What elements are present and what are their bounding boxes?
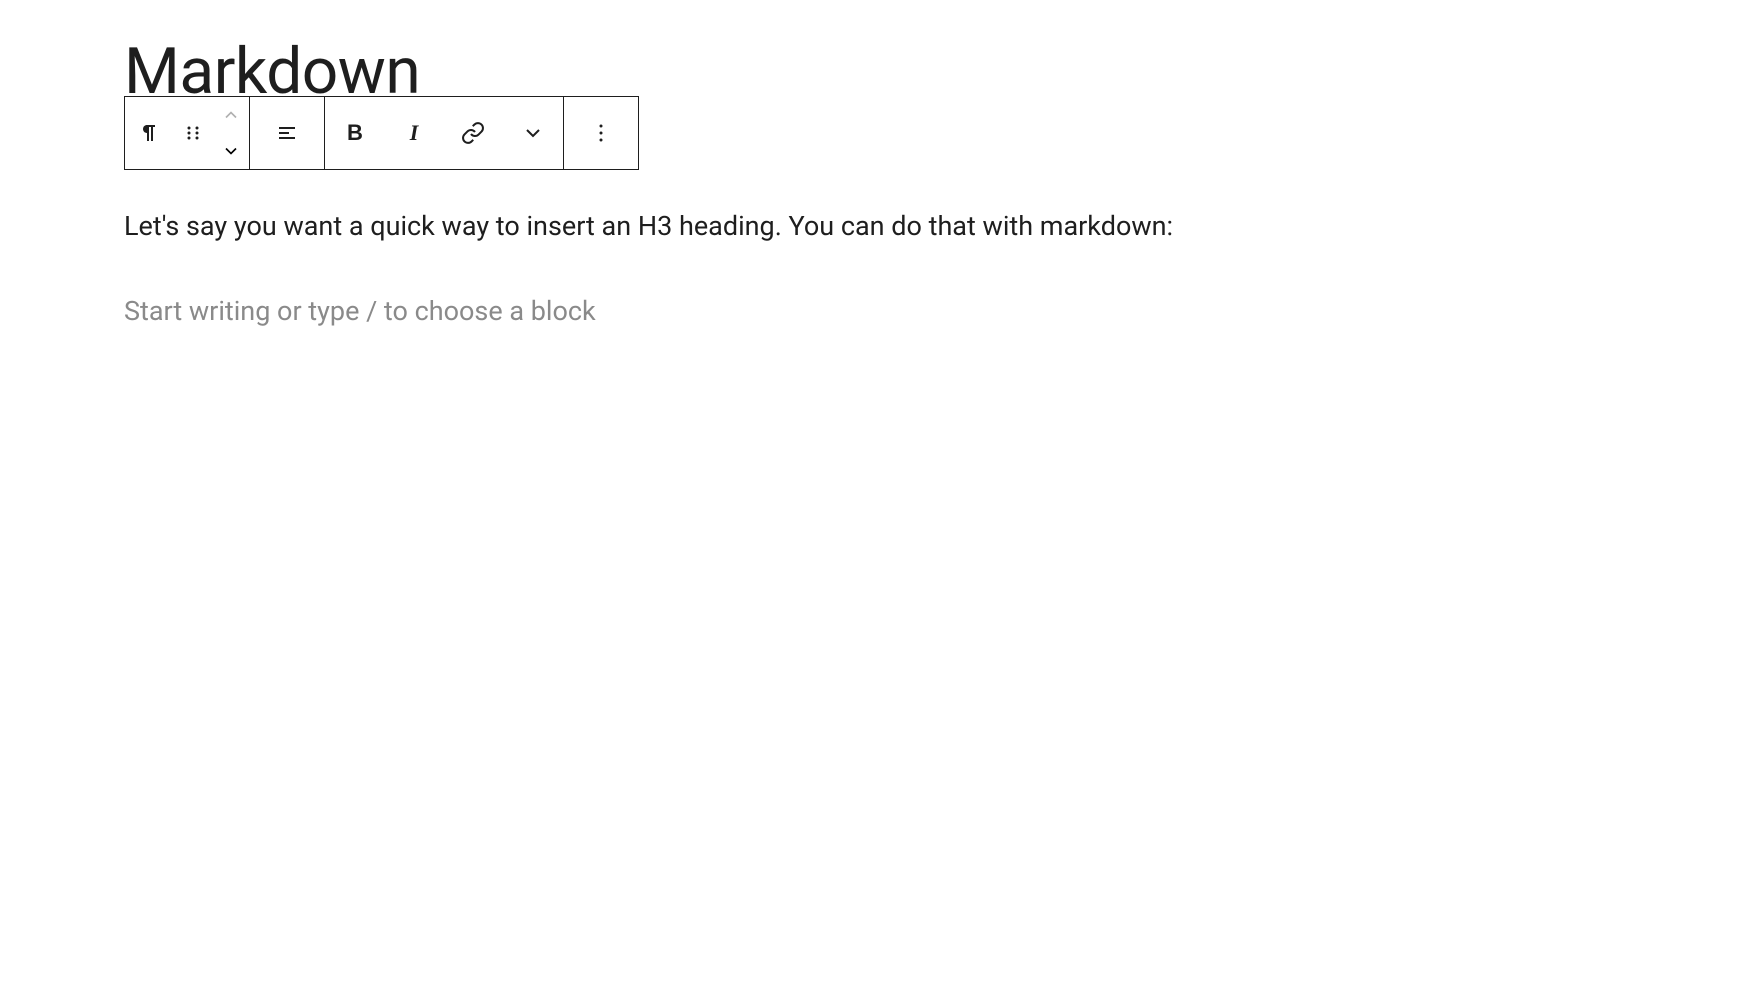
chevron-up-icon bbox=[221, 105, 241, 125]
block-placeholder[interactable]: Start writing or type / to choose a bloc… bbox=[124, 291, 1749, 332]
more-options-button[interactable] bbox=[564, 97, 638, 169]
bold-icon: B bbox=[347, 120, 363, 146]
italic-button[interactable]: I bbox=[385, 97, 443, 169]
paragraph-block-icon[interactable] bbox=[125, 97, 173, 169]
link-button[interactable] bbox=[443, 97, 503, 169]
align-left-icon bbox=[275, 121, 299, 145]
pilcrow-icon bbox=[137, 121, 161, 145]
block-toolbar: B I bbox=[124, 96, 639, 170]
toolbar-group-format: B I bbox=[325, 97, 564, 169]
more-vertical-icon bbox=[589, 121, 613, 145]
page-title[interactable]: Markdown bbox=[124, 40, 1749, 104]
more-format-button[interactable] bbox=[503, 97, 563, 169]
align-button[interactable] bbox=[250, 97, 324, 169]
link-icon bbox=[461, 121, 485, 145]
drag-handle[interactable] bbox=[173, 97, 213, 169]
bold-button[interactable]: B bbox=[325, 97, 385, 169]
toolbar-group-more bbox=[564, 97, 638, 169]
toolbar-group-block bbox=[125, 97, 250, 169]
move-down-button[interactable] bbox=[213, 133, 249, 169]
drag-icon bbox=[181, 121, 205, 145]
toolbar-group-align bbox=[250, 97, 325, 169]
move-up-button bbox=[213, 97, 249, 133]
chevron-down-icon bbox=[221, 141, 241, 161]
mover-group bbox=[213, 97, 249, 169]
chevron-down-icon bbox=[521, 121, 545, 145]
italic-icon: I bbox=[410, 120, 419, 146]
content-paragraph[interactable]: Let's say you want a quick way to insert… bbox=[124, 206, 1749, 247]
